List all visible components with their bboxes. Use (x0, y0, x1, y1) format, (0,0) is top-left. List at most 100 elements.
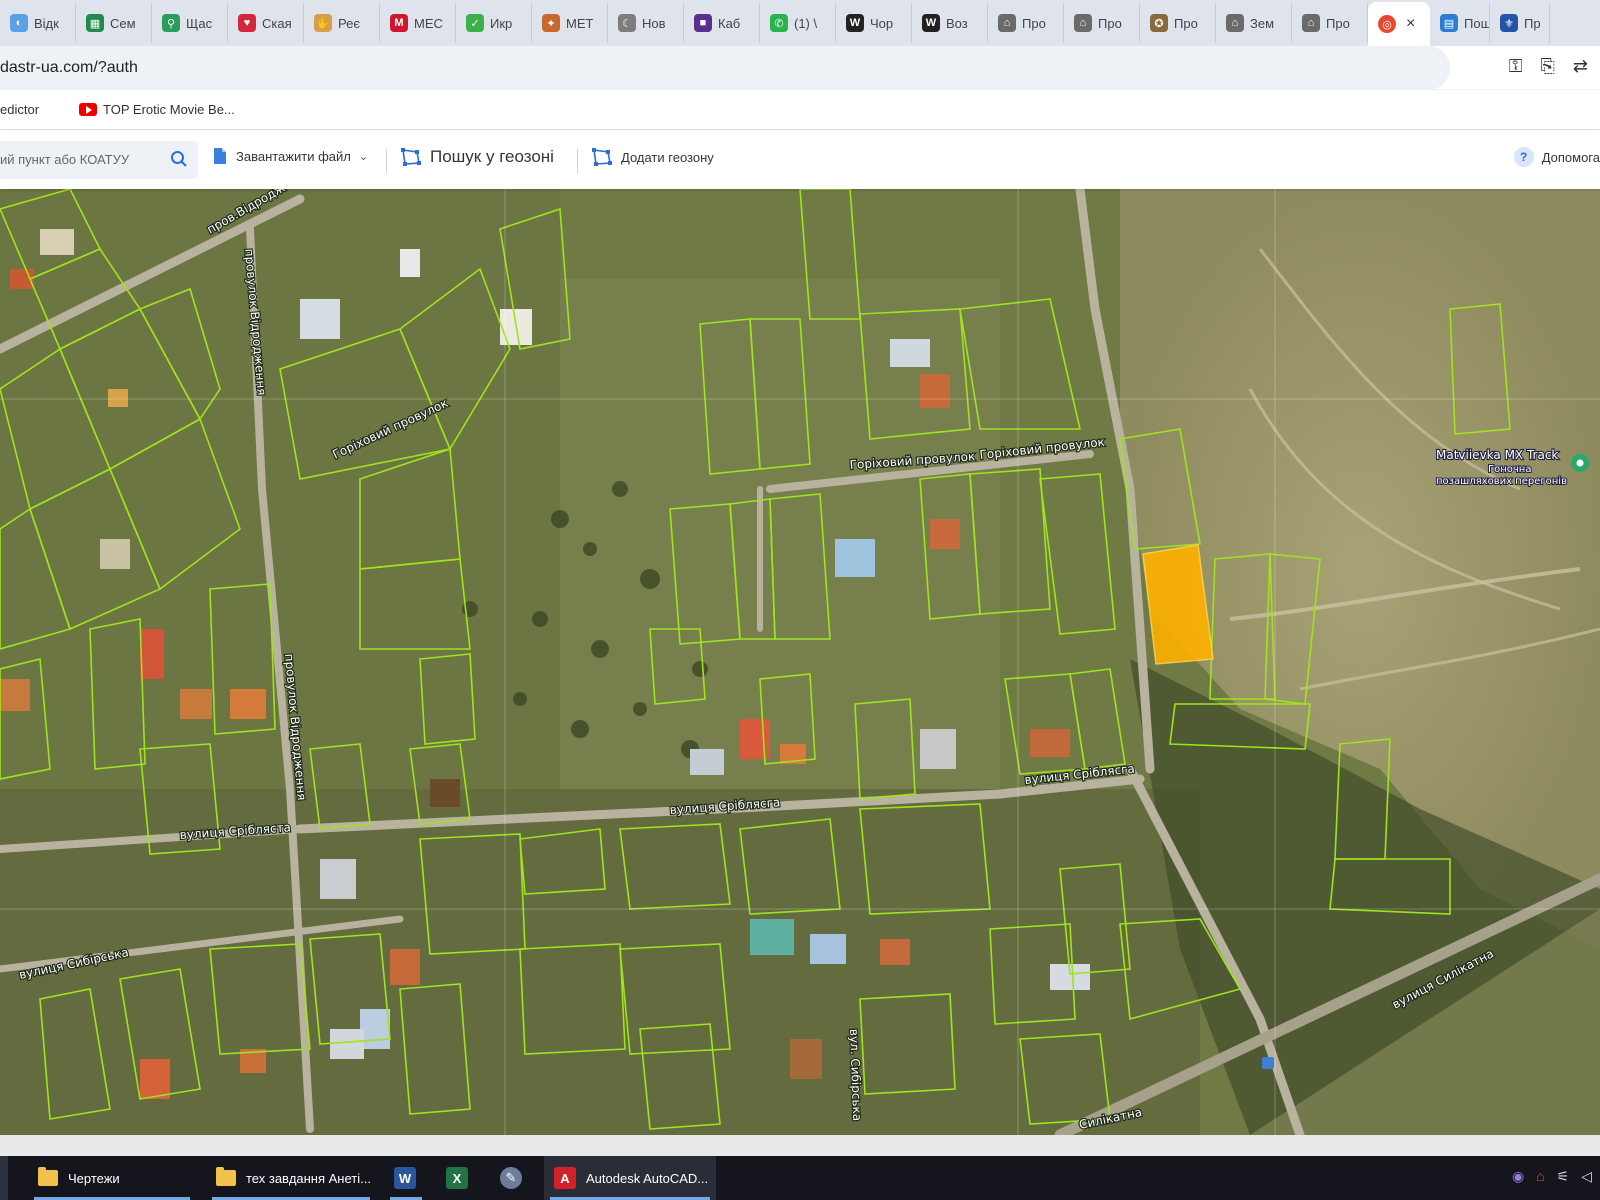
close-tab-icon[interactable]: × (1406, 15, 1415, 33)
start-button-edge[interactable] (0, 1156, 8, 1200)
browser-tab-label: Ская (262, 15, 292, 31)
bookmark-youtube[interactable]: TOP Erotic Movie Be... (79, 102, 235, 117)
browser-tab[interactable]: ⌂ Про (988, 3, 1064, 43)
folder-icon (216, 1167, 236, 1186)
browser-tab[interactable]: ⌂ Про (1292, 3, 1368, 43)
browser-tab[interactable]: ⚜ Пр (1490, 3, 1550, 43)
geozone-polygon-icon (401, 148, 421, 166)
taskbar-item-autocad[interactable]: A Autodesk AutoCAD... (544, 1156, 716, 1200)
add-geozone-button[interactable]: Додати геозону (591, 147, 714, 167)
folder-icon (38, 1167, 58, 1186)
bus-stop-icon[interactable] (1262, 1057, 1274, 1069)
browser-tab[interactable]: ⌂ Про (1064, 3, 1140, 43)
address-bar: dastr-ua.com/?auth ⚿ ⎘ ⇄ (0, 46, 1600, 90)
key-icon[interactable]: ⚿ (1509, 56, 1523, 77)
hand-icon: ✋ (314, 14, 332, 32)
browser-tab-label: Реє (338, 15, 360, 31)
geozone-search-button[interactable]: Пошук у геозоні (400, 147, 554, 167)
badge-icon: ✪ (1150, 14, 1168, 32)
toolbar-divider (577, 149, 578, 173)
toolbar-divider (386, 149, 387, 173)
taskbar-item-excel[interactable]: X (436, 1156, 480, 1200)
browser-tab-label: Воз (946, 15, 968, 31)
paint-icon: ✎ (500, 1167, 522, 1189)
help-button[interactable]: ? Допомога (1513, 147, 1600, 167)
browser-tab[interactable]: ▦ Сем (76, 3, 152, 43)
browser-tab-label: Нов (642, 15, 666, 31)
pdf-icon[interactable]: ⌂ (1536, 1168, 1544, 1185)
help-label: Допомога (1541, 149, 1600, 165)
browser-tab[interactable]: ✆ (1) \ (760, 3, 836, 43)
browser-tab[interactable]: ◐ Відк (0, 3, 76, 43)
volume-icon[interactable]: ◁ (1581, 1168, 1592, 1185)
search-icon[interactable] (170, 150, 188, 168)
m-icon: M (390, 14, 408, 32)
url-field[interactable]: dastr-ua.com/?auth (0, 46, 1450, 90)
browser-tab-active[interactable]: ◎ × (1368, 2, 1430, 46)
browser-tab[interactable]: ✦ МЕТ (532, 3, 608, 43)
browser-tab-label: Сем (110, 15, 136, 31)
poi-marker[interactable] (1571, 454, 1589, 472)
bookmarks-bar: edictor TOP Erotic Movie Be... (0, 90, 1600, 130)
browser-tab[interactable]: ✪ Про (1140, 3, 1216, 43)
browser-tab-label: Про (1174, 15, 1198, 31)
address-bar-actions: ⚿ ⎘ ⇄ (1509, 56, 1588, 77)
browser-tab-label: Зем (1250, 15, 1275, 31)
taskbar-item-paint[interactable]: ✎ (490, 1156, 534, 1200)
browser-tab[interactable]: M МЕС (380, 3, 456, 43)
wikipedia-icon: W (846, 14, 864, 32)
cadastre-toolbar: ий пункт або КОАТУУ Завантажити файл ⌄ П… (0, 131, 1600, 189)
upload-file-dropdown[interactable]: Завантажити файл ⌄ (212, 147, 368, 165)
compass-icon: ✦ (542, 14, 560, 32)
browser-tab[interactable]: W Чор (836, 3, 912, 43)
browser-tab-label: Чор (870, 15, 894, 31)
youtube-icon (79, 103, 98, 116)
browser-tab[interactable]: ▤ Пош (1430, 3, 1490, 43)
browser-tab-label: МЕТ (566, 15, 594, 31)
browser-tab[interactable]: ✋ Реє (304, 3, 380, 43)
taskbar-item-word[interactable]: W (384, 1156, 428, 1200)
geozone-search-label: Пошук у геозоні (430, 147, 554, 166)
building-icon: ⌂ (1302, 14, 1320, 32)
autocad-icon: A (554, 1167, 576, 1189)
taskbar-item-tech-task-folder[interactable]: тех завдання Анеті... (206, 1156, 376, 1200)
help-icon: ? (1513, 147, 1534, 167)
excel-icon: X (446, 1167, 468, 1189)
browser-tab[interactable]: ⚲ Щас (152, 3, 228, 43)
browser-tab[interactable]: ■ Каб (684, 3, 760, 43)
browser-tab[interactable]: W Воз (912, 3, 988, 43)
bookmark-label: TOP Erotic Movie Be... (103, 102, 235, 117)
doc-icon: ▤ (1440, 14, 1458, 32)
square-icon: ■ (694, 14, 712, 32)
chevron-down-icon: ⌄ (358, 150, 369, 163)
whatsapp-icon: ✆ (770, 14, 788, 32)
network-icon[interactable]: ⚟ (1557, 1168, 1570, 1185)
taskbar-item-drawings-folder[interactable]: Чертежи (28, 1156, 196, 1200)
taskbar-item-label: тех завдання Анеті... (246, 1170, 371, 1186)
browser-tab-label: Каб (718, 15, 741, 31)
bookmark-label: edictor (0, 102, 40, 117)
install-app-icon[interactable]: ⎘ (1541, 56, 1555, 77)
translate-icon[interactable]: ⇄ (1573, 56, 1588, 77)
viber-icon[interactable]: ◉ (1512, 1168, 1524, 1185)
browser-tab[interactable]: ☾ Нов (608, 3, 684, 43)
screen: ◐ Відк ▦ Сем ⚲ Щас ♥ Ская ✋ Реє M МЕС ✓ Икр ✦ МЕТ ☾ Нов ■ К… (0, 0, 1600, 1200)
word-icon: W (394, 1167, 416, 1189)
check-icon: ✓ (466, 14, 484, 32)
browser-tab[interactable]: ✓ Икр (456, 3, 532, 43)
browser-tab[interactable]: ♥ Ская (228, 3, 304, 43)
bookmark-editor[interactable]: edictor (0, 102, 39, 117)
system-tray: ◉ ⌂ ⚟ ◁ (1512, 1168, 1592, 1185)
browser-tab[interactable]: ⌂ Зем (1216, 3, 1292, 43)
add-geozone-label: Додати геозону (621, 149, 714, 165)
taskbar-item-label: Чертежи (68, 1170, 120, 1186)
settlement-search-input[interactable]: ий пункт або КОАТУУ (0, 141, 198, 179)
browser-tab-label: Відк (34, 15, 59, 31)
browser-tab-strip: ◐ Відк ▦ Сем ⚲ Щас ♥ Ская ✋ Реє M МЕС ✓ Икр ✦ МЕТ ☾ Нов ■ К… (0, 0, 1600, 46)
browser-tab-label: Про (1022, 15, 1046, 31)
browser-tab-label: Икр (490, 15, 513, 31)
sheets-icon: ▦ (86, 14, 104, 32)
map-canvas[interactable]: Matviievka MX Track Гоночна позашляхових… (0, 189, 1600, 1135)
satellite-map[interactable]: Matviievka MX Track Гоночна позашляхових… (0, 189, 1600, 1135)
browser-tab-label: Про (1098, 15, 1122, 31)
